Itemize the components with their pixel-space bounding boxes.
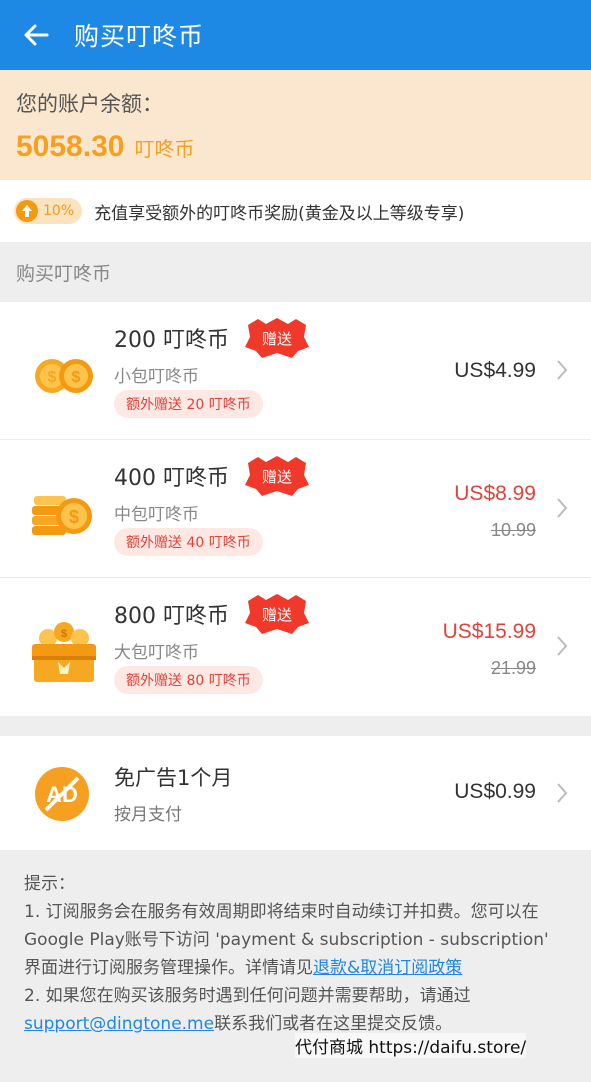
gift-badge: 赠送 xyxy=(244,317,310,359)
no-ad-icon: AD xyxy=(35,767,89,821)
bonus-percent: 10% xyxy=(43,203,75,219)
section-title: 购买叮咚币 xyxy=(16,262,112,285)
package-name: 800 叮咚币 xyxy=(114,604,229,629)
chevron-right-icon xyxy=(557,498,568,518)
coin-stack-icon: $ xyxy=(32,496,92,535)
package-price: US$15.99 xyxy=(442,620,536,643)
package-subtitle: 中包叮咚币 xyxy=(114,505,199,525)
notes-item-2: 2. 如果您在购买该服务时遇到任何问题并需要帮助，请通过 support@ding… xyxy=(24,982,569,1038)
package-800[interactable]: $ 800 叮咚币 赠送 大包叮咚币 额外赠送 80 叮咚币 US$15.99 … xyxy=(0,578,591,716)
svg-text:$: $ xyxy=(72,369,81,386)
notes-line-2-end: 联系我们或者在这里提交反馈。 xyxy=(214,1014,453,1034)
gift-label: 赠送 xyxy=(261,605,292,624)
adfree-name: 免广告1个月 xyxy=(114,766,233,790)
svg-text:$: $ xyxy=(69,507,79,527)
extra-bonus-tag: 额外赠送 80 叮咚币 xyxy=(114,666,263,694)
notes-item-1: 1. 订阅服务会在服务有效周期即将结束时自动续订并扣费。您可以在Google P… xyxy=(24,898,569,982)
package-price: US$8.99 xyxy=(454,482,536,505)
package-price: US$4.99 xyxy=(454,359,536,382)
package-name: 400 叮咚币 xyxy=(114,466,229,491)
page-title: 购买叮咚币 xyxy=(74,22,205,51)
package-400[interactable]: $ 400 叮咚币 赠送 中包叮咚币 额外赠送 40 叮咚币 US$8.99 1… xyxy=(0,440,591,578)
package-name: 200 叮咚币 xyxy=(114,328,229,353)
notes-line-2: 2. 如果您在购买该服务时遇到任何问题并需要帮助，请通过 xyxy=(24,986,471,1006)
notes-line-1: 1. 订阅服务会在服务有效周期即将结束时自动续订并扣费。您可以在Google P… xyxy=(24,902,549,978)
chevron-right-icon xyxy=(557,636,568,656)
balance-amount: 5058.30 xyxy=(16,130,125,163)
balance-label: 您的账户余额： xyxy=(16,92,163,116)
adfree-subtitle: 按月支付 xyxy=(114,805,182,825)
watermark: 代付商城 https://daifu.store/ xyxy=(295,1033,527,1058)
bonus-banner: 10% 充值享受额外的叮咚币奖励(黄金及以上等级专享) xyxy=(0,180,591,242)
arrow-left-icon xyxy=(24,24,49,46)
extra-bonus-tag: 额外赠送 40 叮咚币 xyxy=(114,528,263,556)
package-subtitle: 大包叮咚币 xyxy=(114,643,199,663)
bonus-text: 充值享受额外的叮咚币奖励(黄金及以上等级专享) xyxy=(94,203,465,224)
balance-unit: 叮咚币 xyxy=(134,137,195,161)
package-subtitle: 小包叮咚币 xyxy=(114,367,199,387)
adfree-subscription[interactable]: AD 免广告1个月 按月支付 US$0.99 xyxy=(0,736,591,850)
extra-bonus-tag: 额外赠送 20 叮咚币 xyxy=(114,390,263,418)
back-button[interactable] xyxy=(22,21,50,49)
arrow-up-icon xyxy=(16,200,38,222)
package-200[interactable]: $ $ 200 叮咚币 赠送 小包叮咚币 额外赠送 20 叮咚币 US$4.99 xyxy=(0,302,591,440)
section-header: 购买叮咚币 xyxy=(0,242,591,302)
app-bar: 购买叮咚币 xyxy=(0,0,591,70)
support-email-link[interactable]: support@dingtone.me xyxy=(24,1014,214,1034)
chevron-right-icon xyxy=(557,360,568,380)
gift-badge: 赠送 xyxy=(244,593,310,635)
refund-policy-link[interactable]: 退款&取消订阅政策 xyxy=(313,958,462,978)
treasure-chest-icon: $ xyxy=(32,622,96,682)
gift-badge: 赠送 xyxy=(244,455,310,497)
gift-label: 赠送 xyxy=(261,467,292,486)
original-price: 10.99 xyxy=(490,520,536,540)
bonus-badge: 10% xyxy=(14,198,83,224)
coins-small-icon: $ $ xyxy=(35,359,93,393)
notes-title: 提示： xyxy=(24,874,75,894)
svg-text:$: $ xyxy=(48,369,57,386)
svg-text:$: $ xyxy=(61,628,67,640)
chevron-right-icon xyxy=(557,783,568,803)
balance-panel: 您的账户余额： 5058.30 叮咚币 xyxy=(0,70,591,180)
original-price: 21.99 xyxy=(490,658,536,678)
adfree-price: US$0.99 xyxy=(454,780,536,803)
gift-label: 赠送 xyxy=(261,329,292,348)
